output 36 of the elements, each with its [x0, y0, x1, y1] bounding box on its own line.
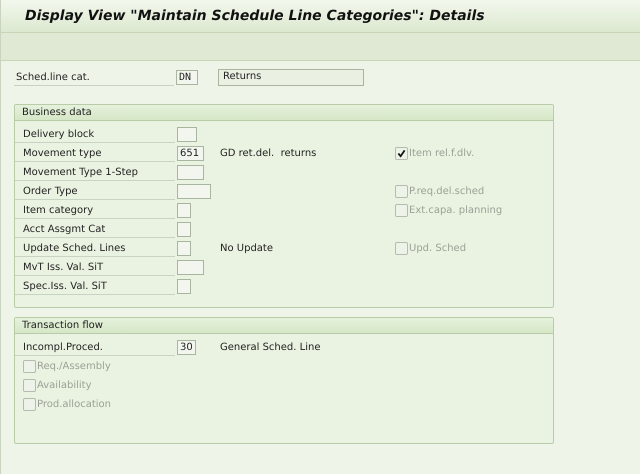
input-field[interactable] [177, 165, 204, 180]
field-label: Incompl.Proced. [15, 340, 175, 356]
field-label: MvT Iss. Val. SiT [15, 260, 175, 276]
input-field[interactable] [177, 184, 211, 199]
field-description: General Sched. Line [220, 342, 320, 353]
checkbox-label: Item rel.f.dlv. [409, 148, 474, 159]
checkbox-label: Availability [37, 380, 92, 391]
input-field[interactable]: 651 [177, 146, 204, 161]
input-field[interactable]: DN [176, 70, 198, 85]
checkbox-label: Upd. Sched [409, 243, 466, 254]
checkbox-label: P.req.del.sched [409, 186, 484, 197]
field-label: Order Type [15, 184, 175, 200]
field-label: Spec.Iss. Val. SiT [15, 278, 175, 294]
field-label: Sched.line cat. [14, 70, 174, 86]
field-description: No Update [220, 243, 273, 254]
field-label: Acct Assgmt Cat [15, 222, 175, 238]
description-field: Returns [218, 69, 364, 86]
field-label: Movement Type 1-Step [15, 164, 175, 180]
window-title: Display View "Maintain Schedule Line Categories": Details [25, 8, 485, 24]
field-label: Update Sched. Lines [15, 240, 175, 256]
input-field[interactable]: 30 [177, 340, 196, 355]
field-label: Item category [15, 202, 175, 218]
group-title: Business data [15, 105, 553, 121]
input-field[interactable] [177, 241, 191, 256]
checkbox-label: Ext.capa. planning [409, 205, 502, 216]
input-field[interactable] [177, 127, 197, 142]
input-field[interactable] [177, 203, 191, 218]
group-title: Transaction flow [15, 318, 553, 334]
input-field[interactable] [177, 222, 191, 237]
field-label: Delivery block [15, 126, 175, 142]
input-field[interactable] [177, 260, 204, 275]
field-label: Movement type [15, 146, 175, 162]
checkbox-label: Req./Assembly [37, 361, 111, 372]
field-description: GD ret.del. returns [220, 148, 316, 159]
input-field[interactable] [177, 279, 191, 294]
checkbox-label: Prod.allocation [37, 399, 111, 410]
